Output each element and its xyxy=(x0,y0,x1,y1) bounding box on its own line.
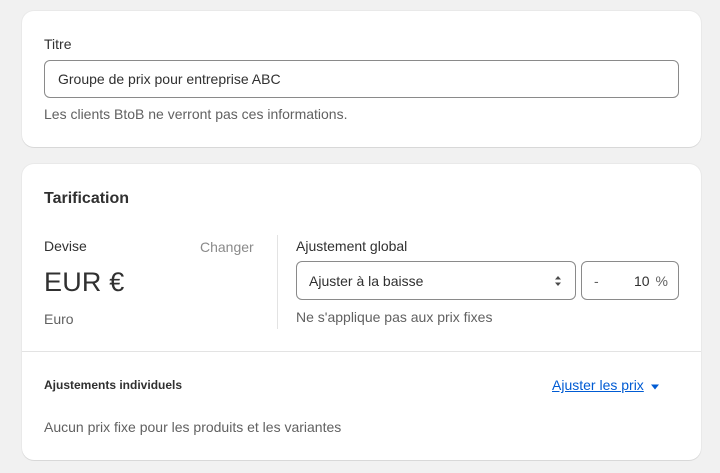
percent-unit: % xyxy=(655,272,668,289)
adjustment-direction-value: Ajuster à la baisse xyxy=(309,272,424,289)
adjustment-percent-field[interactable]: - 10 % xyxy=(581,261,679,300)
adjust-prices-label[interactable]: Ajuster les prix xyxy=(552,377,644,393)
pricing-heading: Tarification xyxy=(44,190,130,207)
individual-empty-text: Aucun prix fixe pour les produits et les… xyxy=(44,419,342,435)
title-label: Titre xyxy=(44,36,72,52)
percent-value[interactable]: 10 xyxy=(614,273,656,289)
global-adjustment-label: Ajustement global xyxy=(296,238,408,254)
horizontal-divider xyxy=(22,351,701,352)
select-arrows-icon xyxy=(553,275,563,287)
adjustment-direction-select[interactable]: Ajuster à la baisse xyxy=(296,261,576,300)
pricing-card: Tarification Devise Changer EUR € Euro A… xyxy=(22,164,701,460)
percent-sign: - xyxy=(594,272,599,289)
adjust-prices-link[interactable]: Ajuster les prix xyxy=(552,377,660,393)
currency-code: EUR € xyxy=(44,267,125,297)
title-input[interactable] xyxy=(44,60,679,98)
currency-name: Euro xyxy=(44,311,74,327)
vertical-divider xyxy=(277,235,278,329)
global-adjustment-help: Ne s'applique pas aux prix fixes xyxy=(296,309,493,325)
caret-down-icon xyxy=(650,377,660,393)
title-card: Titre Les clients BtoB ne verront pas ce… xyxy=(22,11,701,147)
individual-adjustments-heading: Ajustements individuels xyxy=(44,378,183,392)
change-currency-link[interactable]: Changer xyxy=(200,239,254,255)
currency-label: Devise xyxy=(44,238,87,254)
title-help-text: Les clients BtoB ne verront pas ces info… xyxy=(44,106,348,122)
